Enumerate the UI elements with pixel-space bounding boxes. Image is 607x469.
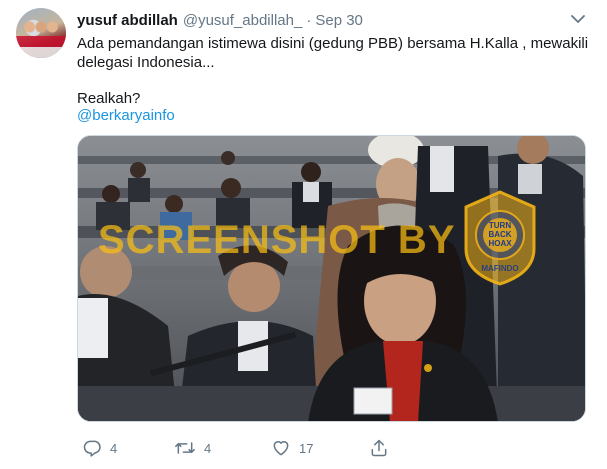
- reply-icon: [83, 440, 101, 457]
- tweet-card[interactable]: yusuf abdillah @yusuf_abdillah_ · Sep 30…: [0, 0, 607, 469]
- watermark-text: SCREENSHOT BY: [98, 218, 456, 262]
- display-name[interactable]: yusuf abdillah: [77, 12, 178, 29]
- tweet-header: yusuf abdillah @yusuf_abdillah_ · Sep 30: [77, 10, 363, 30]
- retweet-count: 4: [204, 440, 212, 456]
- share-button[interactable]: [369, 438, 389, 458]
- mafindo-badge-icon: TURN BACK HOAX MAFINDO: [464, 190, 536, 286]
- badge-line1: TURN: [489, 221, 511, 230]
- tweet-date[interactable]: Sep 30: [315, 12, 363, 29]
- reply-count: 4: [110, 440, 118, 456]
- avatar-flag: [16, 35, 66, 58]
- tweet-photo[interactable]: SCREENSHOT BY TURN BACK HOAX MAFINDO: [77, 135, 586, 422]
- user-handle[interactable]: @yusuf_abdillah_: [183, 12, 302, 29]
- like-count: 17: [299, 440, 314, 456]
- like-icon: [273, 441, 289, 456]
- like-button[interactable]: 17: [271, 438, 313, 458]
- reply-button[interactable]: 4: [82, 438, 117, 458]
- badge-bottom: MAFINDO: [481, 264, 518, 273]
- share-icon: [371, 439, 387, 457]
- avatar[interactable]: [16, 8, 66, 58]
- avatar-people: [22, 18, 60, 36]
- chevron-down-icon[interactable]: [570, 12, 586, 26]
- separator-dot: ·: [306, 11, 312, 29]
- badge-line2: BACK: [488, 230, 511, 239]
- retweet-button[interactable]: 4: [174, 438, 211, 458]
- tweet-actions: 4 4 17: [77, 438, 537, 458]
- retweet-icon: [175, 442, 195, 454]
- mention-link[interactable]: @berkaryainfo: [77, 106, 175, 126]
- tweet-text-line: delegasi Indonesia...: [77, 54, 215, 71]
- tweet-text-line: Ada pemandangan istimewa disini (gedung …: [77, 35, 589, 52]
- badge-line3: HOAX: [488, 239, 512, 248]
